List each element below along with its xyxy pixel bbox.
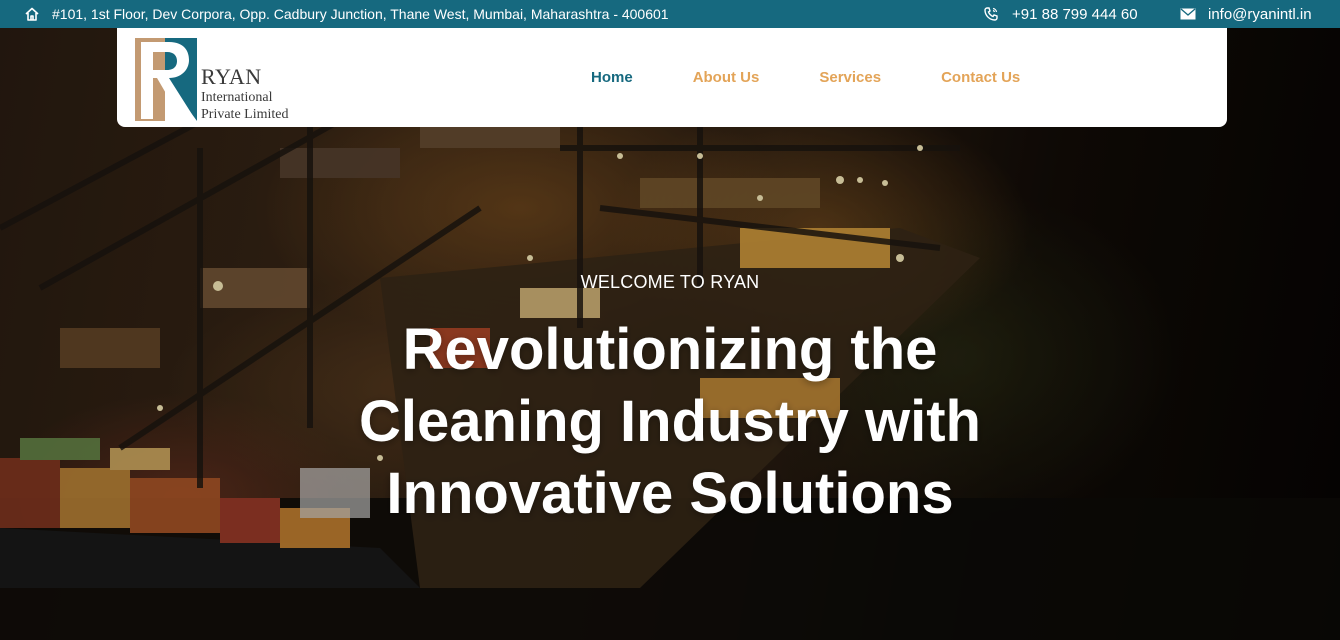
headline-line: Innovative Solutions [386, 461, 954, 526]
nav-home[interactable]: Home [591, 69, 633, 86]
phone-number: +91 88 799 444 60 [1012, 5, 1138, 23]
headline-line: Cleaning Industry with [359, 389, 981, 454]
logo-subtitle-line1: International [201, 90, 273, 105]
logo-mark-icon [135, 38, 197, 121]
hero-headline: Revolutionizing the Cleaning Industry wi… [320, 314, 1020, 530]
logo-name: RYAN [201, 64, 262, 89]
nav-contact-us[interactable]: Contact Us [941, 69, 1020, 86]
logo-subtitle-line2: Private Limited [201, 107, 289, 122]
phone-link[interactable]: +91 88 799 444 60 [983, 0, 1138, 28]
email-address: info@ryanintl.in [1208, 5, 1312, 23]
address-text: #101, 1st Floor, Dev Corpora, Opp. Cadbu… [52, 6, 669, 22]
home-icon [25, 7, 39, 21]
top-contact-bar: #101, 1st Floor, Dev Corpora, Opp. Cadbu… [0, 0, 1340, 28]
mail-icon [1180, 8, 1196, 20]
company-logo[interactable]: RYAN International Private Limited [135, 38, 315, 123]
nav-services[interactable]: Services [819, 69, 881, 86]
hero-kicker: WELCOME TO RYAN [580, 272, 760, 292]
headline-line: Revolutionizing the [402, 317, 938, 382]
site-header: RYAN International Private Limited Home … [117, 28, 1227, 127]
main-nav: Home About Us Services Contact Us [591, 28, 1080, 127]
email-link[interactable]: info@ryanintl.in [1180, 0, 1312, 28]
phone-icon [984, 7, 998, 21]
address-info: #101, 1st Floor, Dev Corpora, Opp. Cadbu… [24, 0, 669, 28]
nav-about-us[interactable]: About Us [693, 69, 760, 86]
